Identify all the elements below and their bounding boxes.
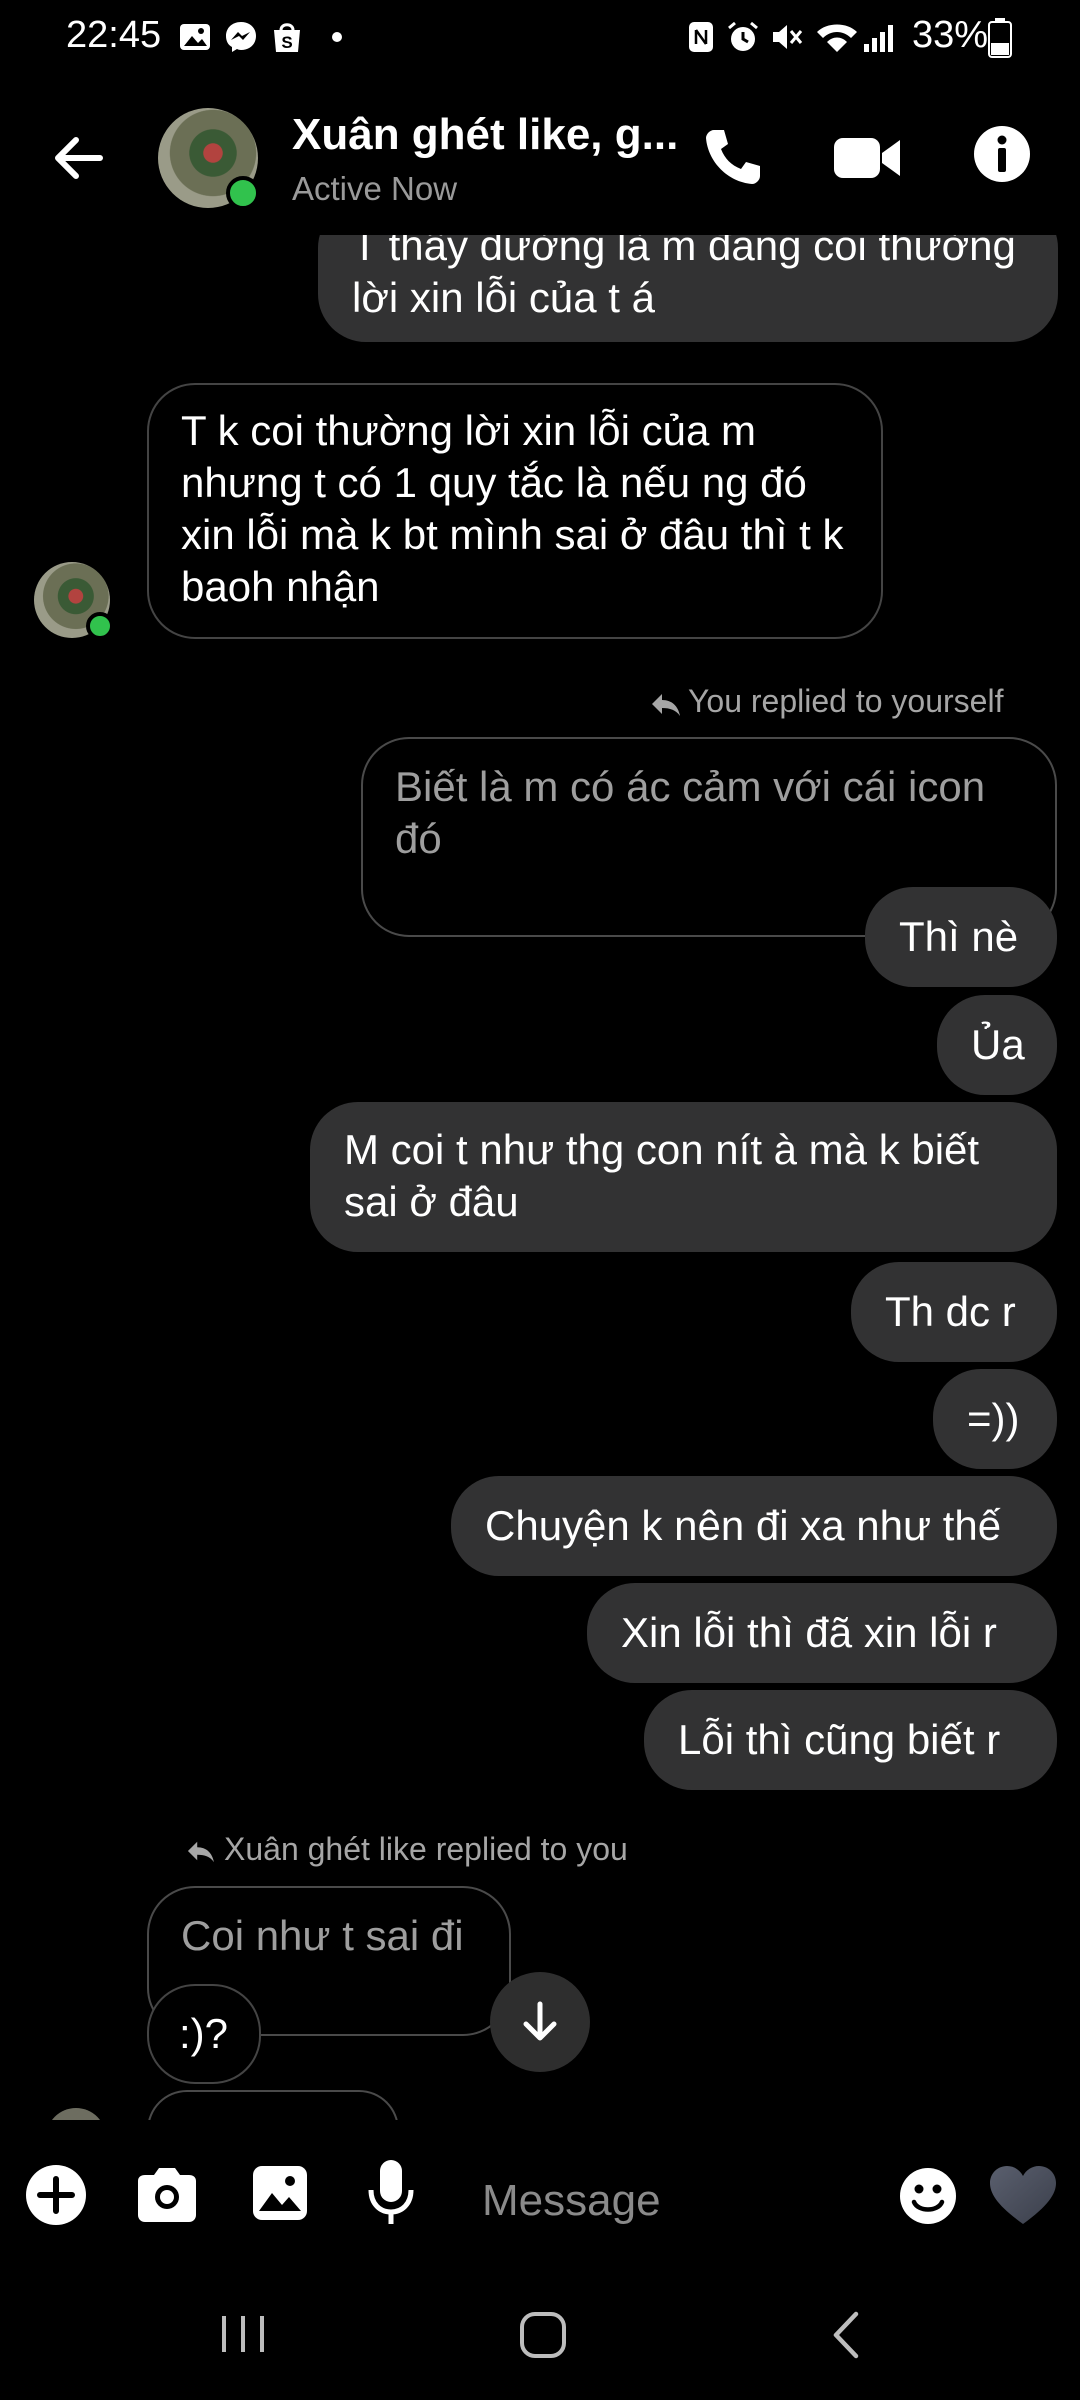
battery-level: 33% xyxy=(912,14,989,56)
message-outgoing[interactable]: Chuyện k nên đi xa như thế xyxy=(451,1476,1057,1576)
message-incoming[interactable]: :)? xyxy=(147,1984,261,2084)
back-nav-icon[interactable] xyxy=(826,2310,866,2360)
plus-icon[interactable] xyxy=(24,2163,88,2227)
battery-icon xyxy=(988,18,1012,58)
nfc-icon xyxy=(689,22,713,52)
reply-icon xyxy=(652,694,680,716)
image-icon[interactable] xyxy=(250,2163,310,2223)
reply-icon xyxy=(187,1841,214,1863)
back-arrow-icon[interactable] xyxy=(48,128,108,188)
dot-icon xyxy=(332,32,342,42)
contact-name[interactable]: Xuân ghét like, g... xyxy=(292,110,678,160)
online-indicator xyxy=(226,176,260,210)
online-indicator xyxy=(86,612,114,640)
reply-note: Xuân ghét like replied to you xyxy=(224,1831,628,1867)
message-outgoing[interactable]: Thì nè xyxy=(865,887,1057,987)
message-outgoing[interactable]: =)) xyxy=(933,1369,1057,1469)
message-outgoing[interactable]: M coi t như thg con nít à mà k biết sai … xyxy=(310,1102,1057,1252)
microphone-icon[interactable] xyxy=(366,2158,416,2230)
heart-icon[interactable] xyxy=(988,2164,1058,2228)
alarm-icon xyxy=(728,21,758,51)
shopee-icon: S xyxy=(274,23,300,52)
message-outgoing[interactable]: Th dc r xyxy=(851,1262,1057,1362)
gallery-icon xyxy=(180,24,210,50)
message-incoming[interactable]: T k coi thường lời xin lỗi của m nhưng t… xyxy=(147,383,883,639)
mute-icon xyxy=(773,25,803,49)
emoji-icon[interactable] xyxy=(898,2166,958,2226)
scroll-to-bottom-button[interactable] xyxy=(490,1972,590,2072)
home-icon[interactable] xyxy=(518,2310,568,2360)
svg-text:S: S xyxy=(281,33,292,52)
message-input[interactable] xyxy=(480,2165,864,2237)
recent-apps-icon[interactable] xyxy=(218,2312,268,2356)
active-status: Active Now xyxy=(292,170,458,207)
status-bar: 22:45 S 33% xyxy=(0,0,1080,80)
message-outgoing[interactable]: Ủa xyxy=(937,995,1057,1095)
status-time: 22:45 xyxy=(66,14,162,56)
phone-icon[interactable] xyxy=(700,124,766,190)
reply-note: You replied to yourself xyxy=(688,683,1004,719)
message-outgoing[interactable]: Xin lỗi thì đã xin lỗi r xyxy=(587,1583,1057,1683)
signal-icon xyxy=(864,25,893,52)
arrow-down-icon xyxy=(523,2001,557,2041)
camera-icon[interactable] xyxy=(134,2165,200,2225)
message-outgoing[interactable]: Lỗi thì cũng biết r xyxy=(644,1690,1057,1790)
messenger-icon xyxy=(226,22,256,52)
video-icon[interactable] xyxy=(832,128,902,188)
wifi-icon xyxy=(817,24,857,52)
info-icon[interactable] xyxy=(972,124,1032,184)
